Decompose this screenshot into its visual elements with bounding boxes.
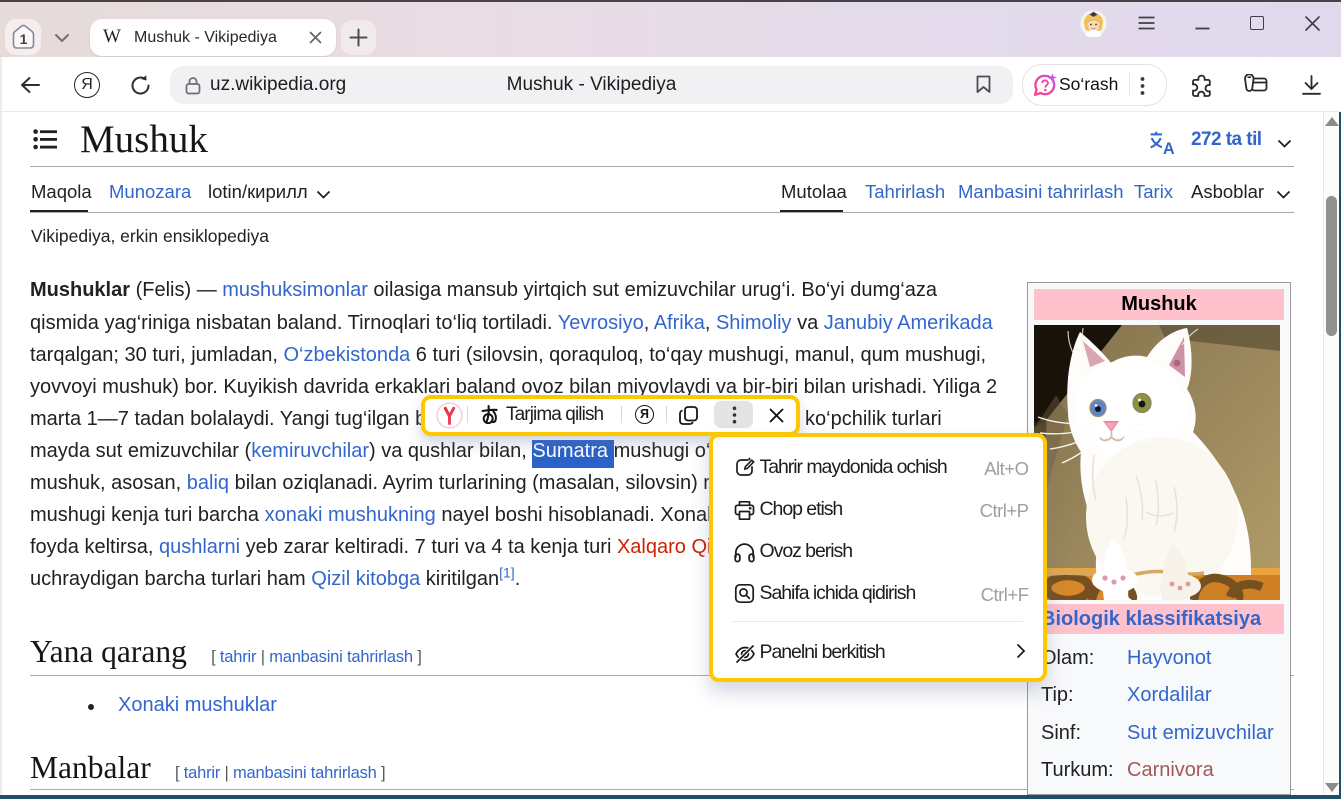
- svg-text:A: A: [1163, 140, 1175, 156]
